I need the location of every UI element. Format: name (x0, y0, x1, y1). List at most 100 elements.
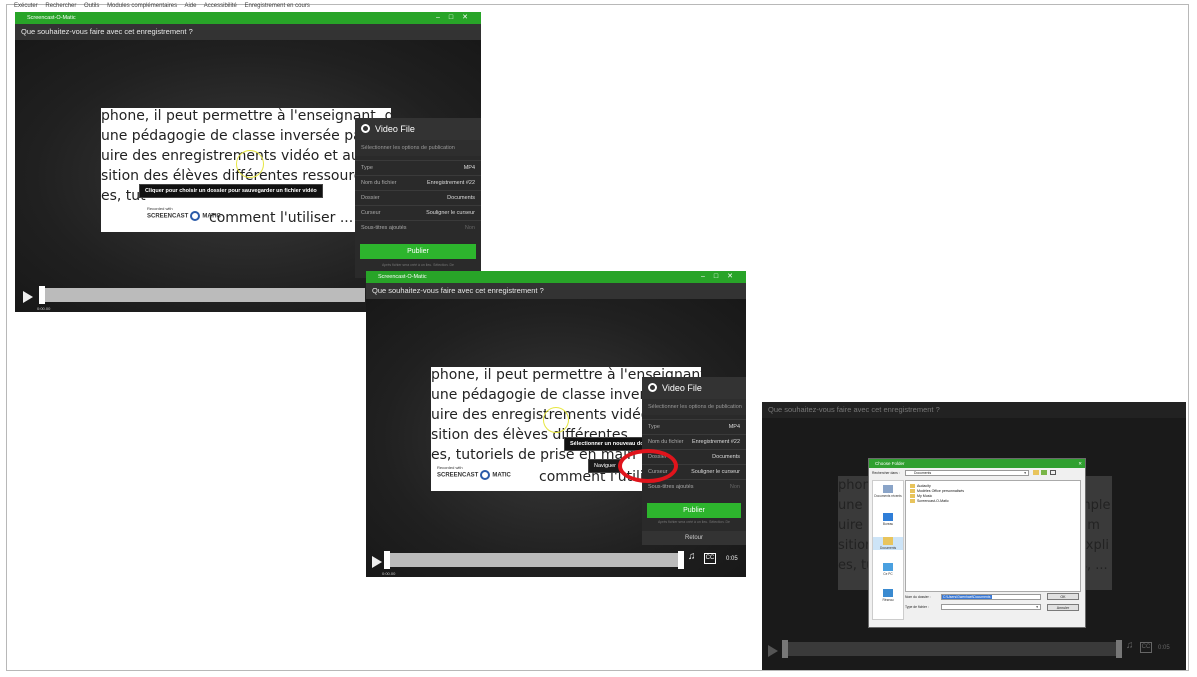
choose-folder-dialog: Choose Folder ✕ Rechercher dans : Documen… (868, 458, 1086, 628)
music-note-icon[interactable]: ♫ (1126, 640, 1134, 651)
film-icon (648, 383, 657, 392)
publish-button[interactable]: Publier (647, 503, 741, 518)
window-title: Screencast-O-Matic (27, 15, 76, 21)
option-type[interactable]: Type MP4 (355, 160, 481, 174)
cursor-highlight-icon (236, 150, 264, 178)
film-icon (361, 124, 370, 133)
place-desktop[interactable]: Bureau (873, 513, 903, 526)
browse-menu-item[interactable]: Naviguer (588, 459, 623, 473)
logo-text: SCREENCAST (147, 213, 189, 220)
option-label: Nom du fichier (648, 439, 684, 445)
duration-label: 0:05 (1158, 645, 1170, 651)
current-time: 0:00.00 (37, 306, 51, 311)
menu-outils[interactable]: Outils (84, 3, 99, 9)
file-type-select[interactable]: ▾ (941, 604, 1041, 610)
place-label: Réseau (882, 598, 894, 602)
window-titlebar: Screencast-O-Matic –□✕ (366, 271, 746, 283)
seek-bar[interactable] (788, 642, 1116, 656)
captions-button[interactable]: CC (704, 553, 716, 564)
music-note-icon[interactable]: ♫ (688, 551, 696, 562)
option-label: Type (648, 424, 660, 430)
look-in-value: Documents (914, 471, 932, 475)
option-value: Enregistrement #22 (692, 439, 740, 445)
view-menu-icon[interactable] (1050, 470, 1056, 475)
option-value: Non (729, 484, 740, 490)
folder-name-input[interactable]: C:\Users\Gwenhael\Documents (941, 594, 1041, 600)
option-value: Documents (447, 195, 475, 201)
question-bar: Que souhaitez-vous faire avec cet enregi… (366, 283, 746, 299)
recording-window-1: Screencast-O-Matic –□✕ Que souhaitez-vou… (15, 12, 481, 312)
option-type[interactable]: Type MP4 (642, 419, 746, 433)
option-value: Documents (712, 454, 740, 460)
menu-enregistrement[interactable]: Enregistrement en cours (244, 3, 309, 9)
back-button[interactable]: Retour (642, 531, 746, 545)
option-filename[interactable]: Nom du fichier Enregistrement #22 (355, 175, 481, 189)
captions-button[interactable]: CC (1140, 642, 1152, 653)
place-documents[interactable]: Documents (873, 537, 903, 550)
place-network[interactable]: Réseau (873, 589, 903, 602)
folder-name-label: Nom du dossier : (905, 595, 931, 599)
option-captions[interactable]: Sous-titres ajoutés Non (355, 220, 481, 234)
place-label: Documents récents (874, 494, 902, 498)
look-in-label: Rechercher dans : (872, 471, 900, 475)
seek-bar[interactable] (390, 553, 680, 567)
cancel-button[interactable]: Annuler (1047, 604, 1079, 611)
preview-stage: phone une uire sition es, tu n mple t m … (762, 418, 1186, 670)
red-highlight-ellipse (618, 449, 678, 483)
menu-aide[interactable]: Aide (184, 3, 196, 9)
seek-end-handle[interactable] (1116, 640, 1122, 658)
close-icon[interactable]: ✕ (1078, 459, 1082, 468)
play-icon[interactable] (23, 291, 33, 303)
folder-up-icon[interactable] (1033, 470, 1039, 475)
ok-button[interactable]: OK (1047, 593, 1079, 600)
publish-note: Après fichier sera créé à un lieu. Sélec… (658, 520, 730, 524)
network-icon (883, 589, 893, 597)
folder-item[interactable]: Screencast-O-Matic (910, 499, 949, 503)
menu-modules[interactable]: Modules complémentaires (107, 3, 177, 9)
option-value: MP4 (728, 424, 740, 430)
current-time: 0:00.00 (382, 571, 396, 576)
preview-stage: phone, il peut permettre à l'enseignant,… (366, 299, 746, 577)
folder-tooltip: Cliquer pour choisir un dossier pour sau… (139, 184, 323, 198)
option-value: Non (464, 225, 475, 231)
option-label: Nom du fichier (361, 180, 397, 186)
slide-line: uire (838, 518, 863, 533)
publish-note: Après fichier sera créé à un lieu. Sélec… (382, 263, 454, 267)
window-controls-icon[interactable]: –□✕ (436, 12, 477, 24)
new-folder-icon[interactable] (1041, 470, 1047, 475)
slide-line: phone, il peut permettre à l'enseignant,… (101, 108, 391, 124)
logo-mark-icon (190, 211, 201, 221)
duration-label: 0:05 (726, 556, 738, 562)
folder-item[interactable]: My Music (910, 494, 932, 498)
window-title: Screencast-O-Matic (378, 274, 427, 280)
panel-subtitle: Sélectionner les options de publication (642, 399, 746, 415)
option-filename[interactable]: Nom du fichier Enregistrement #22 (642, 434, 746, 448)
recording-window-2: Screencast-O-Matic –□✕ Que souhaitez-vou… (366, 271, 746, 577)
window-titlebar: Screencast-O-Matic –□✕ (15, 12, 481, 24)
place-recent[interactable]: Documents récents (873, 485, 903, 498)
look-in-select[interactable]: Documents ▾ (905, 470, 1029, 476)
seek-end-handle[interactable] (678, 551, 684, 569)
menu-rechercher[interactable]: Rechercher (45, 3, 76, 9)
place-label: Documents (879, 546, 897, 550)
option-cursor[interactable]: Curseur Souligner le curseur (355, 205, 481, 219)
seek-bar[interactable] (45, 288, 365, 302)
publish-button[interactable]: Publier (360, 244, 476, 259)
option-value: Souligner le curseur (691, 469, 740, 475)
file-type-label: Type de fichier : (905, 605, 929, 609)
folder-item[interactable]: Modèles Office personnalisés (910, 489, 964, 493)
panel-header: Video File (642, 377, 746, 399)
place-this-pc[interactable]: Ce PC (873, 563, 903, 576)
option-folder[interactable]: Dossier Documents (355, 190, 481, 204)
menu-executer[interactable]: Exécuter (14, 3, 38, 9)
option-value: Souligner le curseur (426, 210, 475, 216)
desktop-icon (883, 513, 893, 521)
window-controls-icon[interactable]: –□✕ (701, 271, 742, 283)
chevron-down-icon: ▾ (1024, 471, 1026, 475)
menu-accessibilite[interactable]: Accessibilité (204, 3, 237, 9)
slide-line: une (838, 498, 863, 513)
place-label: Ce PC (883, 572, 893, 576)
play-icon[interactable] (372, 556, 382, 568)
play-icon[interactable] (768, 645, 778, 657)
folder-item[interactable]: Audacity (910, 484, 931, 488)
